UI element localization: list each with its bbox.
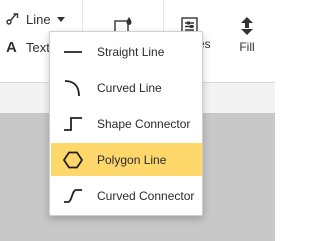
fill-arrow-icon (238, 16, 256, 39)
menu-item-straight-line[interactable]: Straight Line (51, 35, 202, 68)
curved-connector-icon (61, 186, 85, 206)
menu-item-label: Straight Line (97, 44, 165, 59)
line-tool-icon (6, 11, 20, 28)
menu-item-label: Curved Connector (97, 188, 195, 203)
menu-item-curved-connector[interactable]: Curved Connector (51, 179, 202, 212)
chevron-down-icon (56, 16, 65, 22)
text-button-label: Text (26, 39, 50, 55)
line-dropdown-button[interactable]: Line (6, 8, 65, 30)
text-a-icon: A (6, 38, 17, 56)
straight-line-icon (61, 42, 85, 62)
polygon-line-icon (61, 150, 85, 170)
curved-line-icon (61, 78, 85, 98)
fill-button[interactable]: Fill (229, 16, 265, 54)
line-button-label: Line (26, 11, 51, 27)
menu-item-shape-connector[interactable]: Shape Connector (51, 107, 202, 140)
menu-item-polygon-line[interactable]: Polygon Line (51, 143, 202, 176)
fill-button-label: Fill (239, 40, 255, 54)
text-button[interactable]: A Text (6, 36, 50, 58)
menu-item-curved-line[interactable]: Curved Line (51, 71, 202, 104)
shape-connector-icon (61, 114, 85, 134)
menu-item-label: Polygon Line (97, 152, 167, 167)
line-type-dropdown-menu: Straight Line Curved Line Shape Connecto… (49, 31, 203, 216)
menu-item-label: Curved Line (97, 80, 162, 95)
menu-item-label: Shape Connector (97, 116, 191, 131)
